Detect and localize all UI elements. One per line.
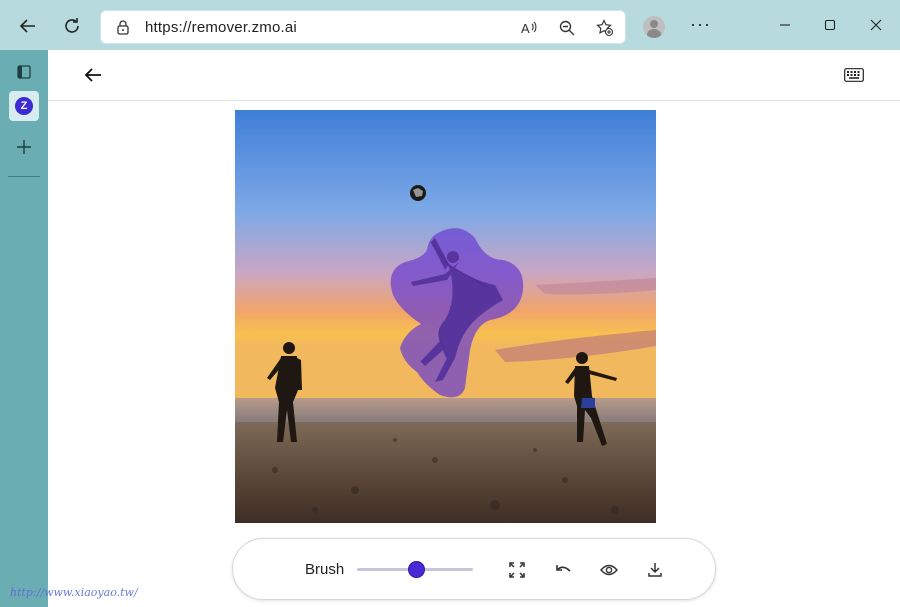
fullscreen-button[interactable]	[506, 559, 528, 581]
app-header	[48, 50, 900, 101]
undo-icon	[556, 565, 571, 572]
keyboard-icon	[844, 68, 864, 82]
svg-text:A: A	[521, 21, 530, 36]
maximize-icon	[824, 19, 836, 31]
zmo-logo-icon: Z	[15, 97, 33, 115]
sidebar-toggle-icon	[17, 65, 31, 79]
sidebar-divider	[8, 176, 40, 177]
address-bar[interactable]: https://remover.zmo.ai A	[100, 10, 626, 44]
lock-icon	[117, 20, 129, 35]
back-arrow-icon	[19, 19, 35, 33]
page-content: Brush	[48, 50, 900, 607]
minimize-icon	[780, 24, 790, 26]
slider-thumb[interactable]	[407, 561, 425, 578]
sidebar-toggle-button[interactable]	[9, 57, 39, 87]
add-tab-icon	[17, 140, 31, 154]
beach-photo	[235, 110, 656, 523]
favorite-add-icon[interactable]	[595, 18, 615, 38]
eye-icon	[600, 564, 618, 576]
keyboard-shortcuts-button[interactable]	[844, 68, 864, 82]
back-button[interactable]	[82, 64, 104, 86]
fullscreen-icon	[509, 562, 525, 578]
browser-back-button[interactable]	[14, 12, 42, 40]
browser-toolbar: https://remover.zmo.ai A ···	[0, 0, 900, 50]
download-button[interactable]	[644, 559, 666, 581]
close-button[interactable]	[861, 12, 891, 38]
reload-button[interactable]	[58, 12, 86, 40]
browser-sidebar: Z	[0, 50, 48, 607]
editor-toolbar: Brush	[232, 538, 716, 600]
add-tab-button[interactable]	[9, 132, 39, 162]
zoom-out-icon[interactable]	[557, 18, 577, 38]
download-icon	[648, 563, 662, 577]
url-text: https://remover.zmo.ai	[145, 18, 297, 36]
minimize-button[interactable]	[770, 12, 800, 38]
edit-canvas[interactable]	[235, 110, 656, 523]
watermark-text: http://www.xiaoyao.tw/	[10, 586, 138, 599]
close-icon	[870, 19, 882, 31]
brush-size-slider[interactable]	[357, 561, 473, 578]
read-aloud-icon[interactable]: A	[519, 18, 539, 38]
undo-button[interactable]	[552, 559, 574, 581]
profile-avatar[interactable]	[643, 16, 665, 38]
more-icon[interactable]: ···	[690, 14, 711, 35]
maximize-button[interactable]	[815, 12, 845, 38]
back-arrow-icon	[84, 68, 101, 82]
brush-label: Brush	[305, 561, 345, 578]
reload-icon	[65, 18, 79, 33]
sidebar-tab-zmo[interactable]: Z	[9, 91, 39, 121]
preview-button[interactable]	[598, 559, 620, 581]
